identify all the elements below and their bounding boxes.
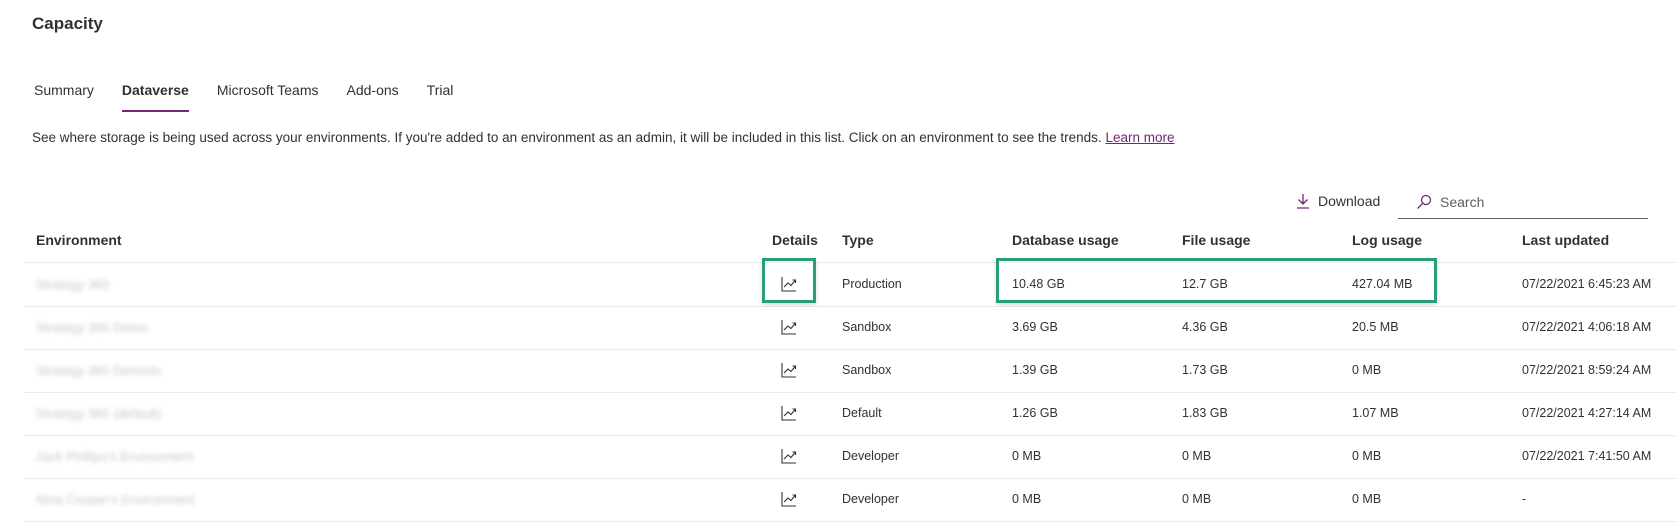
cell-last-updated: 07/22/2021 7:41:50 AM: [1522, 449, 1652, 463]
cell-log-usage: 0 MB: [1352, 492, 1382, 506]
column-header-database-usage[interactable]: Database usage: [1012, 232, 1119, 248]
trend-chart-icon[interactable]: [780, 275, 798, 293]
cell-environment-name[interactable]: Strategy 365 Demo4x: [36, 363, 162, 378]
cell-last-updated: -: [1522, 492, 1527, 506]
cell-database-usage: 0 MB: [1012, 449, 1042, 463]
cell-environment-name[interactable]: Strategy 365: [36, 277, 110, 292]
table-row[interactable]: Jack Phillips's Environment Developer 0 MB…: [24, 435, 1676, 479]
cell-database-usage: 1.39 GB: [1012, 363, 1058, 377]
cell-last-updated: 07/22/2021 6:45:23 AM: [1522, 277, 1652, 291]
description: See where storage is being used across y…: [32, 130, 1174, 145]
cell-type: Sandbox: [842, 320, 892, 334]
download-button[interactable]: Download: [1296, 193, 1380, 209]
cell-environment-name[interactable]: Nina Cooper's Environment: [36, 492, 195, 507]
cell-last-updated: 07/22/2021 4:06:18 AM: [1522, 320, 1652, 334]
page-title: Capacity: [32, 14, 103, 33]
cell-file-usage: 0 MB: [1182, 492, 1212, 506]
trend-chart-icon[interactable]: [780, 490, 798, 508]
cell-last-updated: 07/22/2021 4:27:14 AM: [1522, 406, 1652, 420]
column-header-last-updated[interactable]: Last updated: [1522, 232, 1609, 248]
cell-type: Default: [842, 406, 882, 420]
cell-file-usage: 0 MB: [1182, 449, 1212, 463]
table-row[interactable]: Strategy 365 Demo Sandbox 3.69 GB 4.36 GB 20…: [24, 306, 1676, 350]
trend-chart-icon[interactable]: [780, 318, 798, 336]
search-icon: [1417, 194, 1432, 209]
cell-log-usage: 20.5 MB: [1352, 320, 1399, 334]
column-header-details: Details: [772, 232, 818, 248]
cell-log-usage: 0 MB: [1352, 363, 1382, 377]
column-header-environment[interactable]: Environment: [36, 232, 122, 248]
trend-chart-icon[interactable]: [780, 447, 798, 465]
column-header-file-usage[interactable]: File usage: [1182, 232, 1250, 248]
table-row[interactable]: Nina Cooper's Environment Developer 0 MB 0 …: [24, 478, 1676, 522]
download-label: Download: [1318, 193, 1381, 209]
cell-database-usage: 0 MB: [1012, 492, 1042, 506]
table-row[interactable]: Strategy 365 Production 10.48 GB 12.7 GB 427…: [24, 263, 1676, 307]
cell-database-usage: 10.48 GB: [1012, 277, 1065, 291]
description-text: See where storage is being used across y…: [32, 130, 1102, 145]
cell-database-usage: 1.26 GB: [1012, 406, 1058, 420]
trend-chart-icon[interactable]: [780, 404, 798, 422]
table-header: Environment Details Type Database usage …: [24, 222, 1676, 263]
cell-file-usage: 1.73 GB: [1182, 363, 1228, 377]
tab-summary[interactable]: Summary: [34, 82, 94, 112]
tab-bar: Summary Dataverse Microsoft Teams Add-on…: [34, 82, 481, 112]
cell-log-usage: 0 MB: [1352, 449, 1382, 463]
tab-dataverse[interactable]: Dataverse: [121, 82, 189, 112]
tab-trial[interactable]: Trial: [427, 82, 454, 112]
cell-last-updated: 07/22/2021 8:59:24 AM: [1522, 363, 1652, 377]
cell-log-usage: 1.07 MB: [1352, 406, 1399, 420]
learn-more-link[interactable]: Learn more: [1105, 130, 1174, 145]
cell-environment-name[interactable]: Jack Phillips's Environment: [36, 449, 193, 464]
search-input[interactable]: [1438, 193, 1642, 211]
cell-file-usage: 1.83 GB: [1182, 406, 1228, 420]
column-header-type[interactable]: Type: [842, 232, 874, 248]
table-row[interactable]: Strategy 365 (default) Default 1.26 GB 1.83…: [24, 392, 1676, 436]
cell-environment-name[interactable]: Strategy 365 (default): [36, 406, 161, 421]
table-row[interactable]: Strategy 365 Demo4x Sandbox 1.39 GB 1.73 GB…: [24, 349, 1676, 393]
cell-environment-name[interactable]: Strategy 365 Demo: [36, 320, 148, 335]
trend-chart-icon[interactable]: [780, 361, 798, 379]
cell-type: Developer: [842, 449, 899, 463]
tab-add-ons[interactable]: Add-ons: [347, 82, 399, 112]
cell-log-usage: 427.04 MB: [1352, 277, 1413, 291]
cell-database-usage: 3.69 GB: [1012, 320, 1058, 334]
tab-microsoft-teams[interactable]: Microsoft Teams: [217, 82, 319, 112]
cell-file-usage: 12.7 GB: [1182, 277, 1228, 291]
cell-type: Developer: [842, 492, 899, 506]
cell-file-usage: 4.36 GB: [1182, 320, 1228, 334]
column-header-log-usage[interactable]: Log usage: [1352, 232, 1422, 248]
cell-type: Production: [842, 277, 902, 291]
search-box[interactable]: [1398, 186, 1648, 219]
download-icon: [1297, 194, 1309, 209]
cell-type: Sandbox: [842, 363, 892, 377]
